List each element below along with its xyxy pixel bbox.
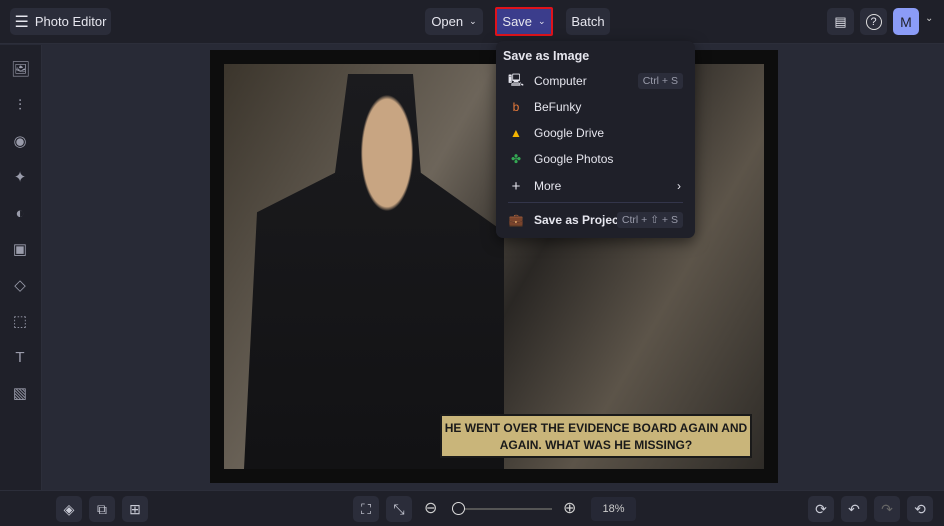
frame-icon[interactable]: ▣ [11,241,29,259]
undo-button[interactable]: ↶ [841,496,867,522]
item-label: More [534,179,562,193]
text-icon[interactable]: T [11,349,29,367]
history-icon: ⟲ [914,500,926,517]
image-icon[interactable]: 🖼 [11,61,30,79]
undo-icon: ↶ [848,500,860,517]
open-button[interactable]: Open ⌄ [425,8,483,35]
hamburger-icon: ☰ [14,13,29,31]
plus-icon: + [511,177,521,195]
layers-icon: ◈ [63,500,75,517]
item-label: Save as Project [534,213,623,227]
eye-icon[interactable]: ◉ [11,133,29,151]
fullscreen-icon: ⛶ [361,500,371,517]
save-label: Save [502,14,533,29]
effects-icon[interactable]: ✦ [11,169,29,187]
caption-box: HE WENT OVER THE EVIDENCE BOARD AGAIN AN… [440,414,752,458]
chevron-down-icon[interactable]: ⌄ [925,13,933,24]
item-label: BeFunky [534,100,582,114]
zoom-in-icon[interactable]: ⊕ [563,498,576,518]
shrink-icon: ⤡ [393,500,405,517]
monitor-icon: 🖳 [508,72,525,87]
zoom-level[interactable]: 18% [591,497,636,521]
app-title: Photo Editor [34,14,107,29]
chevron-down-icon: ⌄ [538,16,546,26]
fit-button[interactable]: ⛶ [353,496,379,522]
history-button[interactable]: ⟲ [907,496,933,522]
refresh-icon: ⟳ [815,500,827,517]
layers-button[interactable]: ◈ [56,496,82,522]
batch-button[interactable]: Batch [566,8,610,35]
menu-item-more[interactable]: + More › [496,174,695,198]
compare-button[interactable]: ⧉ [89,496,115,522]
redo-button[interactable]: ↷ [874,496,900,522]
befunky-icon: b [512,100,520,114]
compare-icon: ⧉ [97,500,107,517]
help-icon: ? [865,13,882,30]
shortcut: Ctrl + ⇧ + S [616,212,683,228]
menu-button[interactable]: ☰ Photo Editor [10,8,111,35]
zoom-slider-thumb[interactable] [452,502,465,515]
divider [508,202,683,203]
google-photos-icon: ✤ [510,152,522,166]
chevron-right-icon: › [677,179,681,193]
chevron-down-icon: ⌄ [469,16,477,26]
avatar[interactable]: M [893,8,919,35]
open-label: Open [431,14,464,29]
artsy-icon[interactable]: ◐ [11,205,29,223]
item-label: Computer [534,74,587,88]
texture-icon[interactable]: ▧ [11,385,29,403]
actual-size-button[interactable]: ⤡ [386,496,412,522]
bottom-bar: ◈ ⧉ ⊞ ⛶ ⤡ ⊖ ⊕ 18% ⟳ ↶ ↷ ⟲ [0,490,944,526]
graphics-icon[interactable]: ◇ [11,277,29,295]
top-bar: ☰ Photo Editor Open ⌄ Save ⌄ Batch ▤ ? M… [0,0,944,44]
google-drive-icon: ▲ [510,126,522,140]
comment-icon: ▤ [834,13,847,29]
shortcut: Ctrl + S [637,73,683,89]
menu-item-google-drive[interactable]: ▲ Google Drive [496,121,695,145]
menu-heading: Save as Image [503,49,590,63]
menu-item-befunky[interactable]: b BeFunky [496,95,695,119]
menu-item-save-project[interactable]: 💼 Save as Project Ctrl + ⇧ + S [496,208,695,232]
avatar-initial: M [900,13,912,30]
zoom-slider[interactable] [452,502,552,515]
comments-button[interactable]: ▤ [827,8,854,35]
item-label: Google Photos [534,152,614,166]
menu-item-google-photos[interactable]: ✤ Google Photos [496,147,695,171]
briefcase-icon: 💼 [508,213,524,227]
zoom-out-icon[interactable]: ⊖ [424,498,437,518]
help-button[interactable]: ? [860,8,887,35]
tool-sidebar: 🖼 ⫶ ◉ ✦ ◐ ▣ ◇ ⬚ T ▧ [0,45,42,490]
item-label: Google Drive [534,126,605,140]
grid-button[interactable]: ⊞ [122,496,148,522]
batch-label: Batch [571,14,605,29]
save-dropdown-menu: Save as Image 🖳 Computer Ctrl + S b BeFunky… [496,41,695,238]
refresh-button[interactable]: ⟳ [808,496,834,522]
save-button[interactable]: Save ⌄ [495,7,553,36]
man-illustration [244,74,504,469]
grid-icon: ⊞ [129,500,141,517]
menu-item-computer[interactable]: 🖳 Computer Ctrl + S [496,69,695,93]
redo-icon: ↷ [881,500,893,517]
adjust-icon[interactable]: ⫶ [11,97,29,115]
overlay-icon[interactable]: ⬚ [11,313,29,331]
